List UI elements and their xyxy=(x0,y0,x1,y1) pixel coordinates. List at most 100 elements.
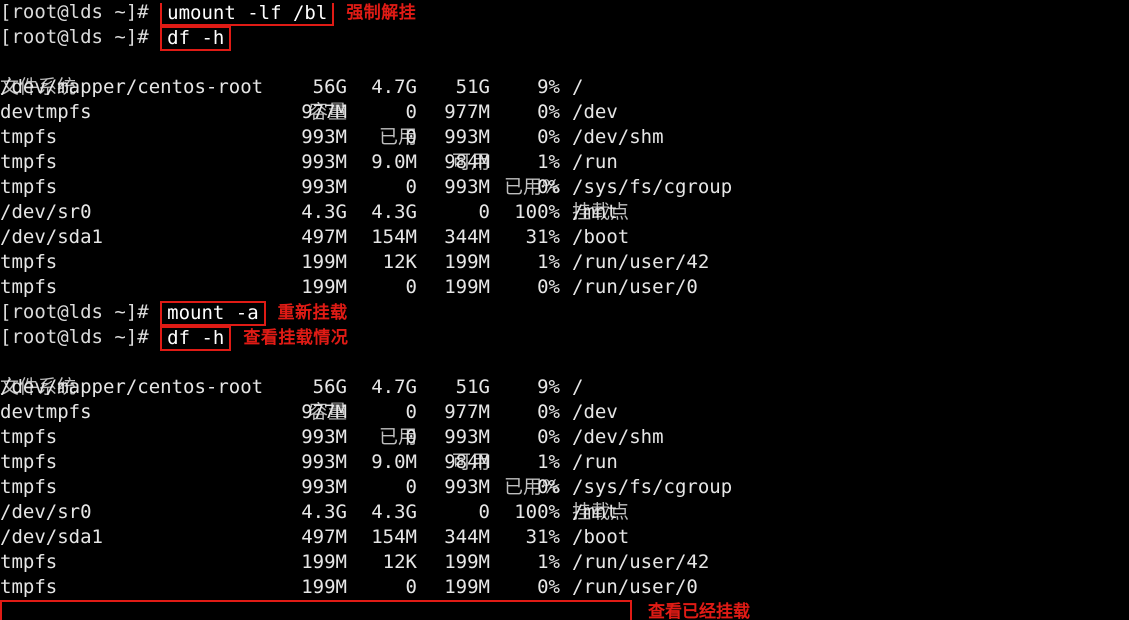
cell-used: 0 xyxy=(405,426,417,448)
cell-mounted-on: /dev xyxy=(572,401,618,423)
cell-avail: 993M xyxy=(444,476,490,498)
cell-avail: 993M xyxy=(444,126,490,148)
cell-size: 993M xyxy=(301,426,347,448)
cell-use-pct: 0% xyxy=(537,401,560,423)
cell-use-pct: 0% xyxy=(537,426,560,448)
cell-filesystem: /dev/sr0 xyxy=(0,201,92,223)
cell-filesystem: devtmpfs xyxy=(0,401,92,423)
command-line-df-first: [root@lds ~]# df -h xyxy=(0,25,1129,51)
cell-avail: 977M xyxy=(444,401,490,423)
shell-prompt: [root@lds ~]# xyxy=(0,301,161,323)
cell-use-pct: 9% xyxy=(537,376,560,398)
cell-avail: 993M xyxy=(444,176,490,198)
df-command-first[interactable]: df -h xyxy=(160,26,232,51)
cell-avail: 0 xyxy=(478,201,490,223)
cell-mounted-on: /sys/fs/cgroup xyxy=(572,476,733,498)
cell-mounted-on: /run/user/42 xyxy=(572,551,710,573)
mount-all-annotation: 重新挂载 xyxy=(277,303,348,323)
table-row: tmpfs 199M 12K 199M 1% /run/user/42 xyxy=(0,550,1129,575)
cell-used: 0 xyxy=(405,276,417,298)
terminal-window[interactable]: [root@lds ~]# umount -lf /bl 强制解挂 [root@l… xyxy=(0,0,1129,620)
cell-use-pct: 0% xyxy=(537,126,560,148)
df-table-first: /dev/mapper/centos-root 56G 4.7G 51G 9% / devt… xyxy=(0,75,1129,300)
cell-use-pct: 0% xyxy=(537,576,560,598)
cell-avail: 199M xyxy=(444,576,490,598)
shell-prompt: [root@lds ~]# xyxy=(0,26,161,48)
cell-mounted-on: /run/user/42 xyxy=(572,251,710,273)
cell-mounted-on: /run/user/0 xyxy=(572,576,698,598)
cell-avail: 199M xyxy=(444,276,490,298)
highlighted-mount-row: 192.168.121.152:/opt/bm 56G 4.2G 52G 8% … xyxy=(0,600,1129,620)
cell-use-pct: 9% xyxy=(537,76,560,98)
cell-mounted-on: / xyxy=(572,76,584,98)
cell-used: 0 xyxy=(405,176,417,198)
table-row: tmpfs 199M 12K 199M 1% /run/user/42 xyxy=(0,250,1129,275)
table-row: /dev/sr0 4.3G 4.3G 0 100% /mnt xyxy=(0,200,1129,225)
cell-avail: 344M xyxy=(444,526,490,548)
cell-use-pct: 31% xyxy=(525,226,560,248)
cell-filesystem: /dev/mapper/centos-root xyxy=(0,76,264,98)
cell-filesystem: tmpfs xyxy=(0,451,58,473)
cell-avail: 344M xyxy=(444,226,490,248)
cell-mounted-on: /dev/shm xyxy=(572,426,664,448)
cell-filesystem: tmpfs xyxy=(0,426,58,448)
cell-used: 0 xyxy=(405,101,417,123)
cell-size: 56G xyxy=(312,76,347,98)
cell-size: 56G xyxy=(312,376,347,398)
cell-size: 993M xyxy=(301,176,347,198)
cell-mounted-on: /boot xyxy=(572,226,630,248)
cell-size: 993M xyxy=(301,126,347,148)
cell-used: 0 xyxy=(405,401,417,423)
df-command-second[interactable]: df -h xyxy=(160,326,232,351)
cell-use-pct: 100% xyxy=(514,501,560,523)
cell-mounted-on: /mnt xyxy=(572,501,618,523)
command-line-df-second: [root@lds ~]# df -h 查看挂载情况 xyxy=(0,325,1129,351)
cell-mounted-on: /sys/fs/cgroup xyxy=(572,176,733,198)
command-line-mount-all: [root@lds ~]# mount -a 重新挂载 xyxy=(0,300,1129,326)
cell-filesystem: tmpfs xyxy=(0,151,58,173)
cell-used: 4.3G xyxy=(371,501,417,523)
umount-annotation: 强制解挂 xyxy=(346,3,417,23)
cell-size: 199M xyxy=(301,251,347,273)
cell-used: 9.0M xyxy=(371,151,417,173)
cell-size: 4.3G xyxy=(301,201,347,223)
cell-mounted-on: / xyxy=(572,376,584,398)
cell-size: 199M xyxy=(301,276,347,298)
cell-size: 977M xyxy=(301,401,347,423)
cell-filesystem: tmpfs xyxy=(0,551,58,573)
table-row: tmpfs 199M 0 199M 0% /run/user/0 xyxy=(0,275,1129,300)
cell-avail: 984M xyxy=(444,451,490,473)
cell-use-pct: 0% xyxy=(537,176,560,198)
umount-command[interactable]: umount -lf /bl xyxy=(160,3,335,26)
table-row: devtmpfs 977M 0 977M 0% /dev xyxy=(0,400,1129,425)
cell-mounted-on: /run xyxy=(572,451,618,473)
table-row: devtmpfs 977M 0 977M 0% /dev xyxy=(0,100,1129,125)
cell-use-pct: 0% xyxy=(537,276,560,298)
cell-avail: 199M xyxy=(444,251,490,273)
table-row: /dev/sda1 497M 154M 344M 31% /boot xyxy=(0,525,1129,550)
shell-prompt: [root@lds ~]# xyxy=(0,1,161,23)
cell-use-pct: 31% xyxy=(525,526,560,548)
cell-filesystem: /dev/mapper/centos-root xyxy=(0,376,264,398)
cell-use-pct: 1% xyxy=(537,551,560,573)
mount-all-command[interactable]: mount -a xyxy=(160,301,266,326)
table-row: tmpfs 993M 9.0M 984M 1% /run xyxy=(0,450,1129,475)
cell-filesystem: /dev/sda1 xyxy=(0,526,103,548)
shell-prompt: [root@lds ~]# xyxy=(0,326,161,348)
cell-avail: 984M xyxy=(444,151,490,173)
df-header-first: 文件系统 容量 已用 可用 已用% 挂载点 xyxy=(0,50,1129,223)
cell-mounted-on: /run/user/0 xyxy=(572,276,698,298)
highlight-box xyxy=(0,600,632,620)
cell-used: 0 xyxy=(405,476,417,498)
cell-use-pct: 0% xyxy=(537,101,560,123)
df-second-annotation: 查看挂载情况 xyxy=(243,328,349,348)
cell-use-pct: 0% xyxy=(537,476,560,498)
highlighted-row-annotation: 查看已经挂载 xyxy=(648,602,750,620)
cell-mounted-on: /boot xyxy=(572,526,630,548)
cell-use-pct: 1% xyxy=(537,451,560,473)
cell-size: 977M xyxy=(301,101,347,123)
cell-filesystem: tmpfs xyxy=(0,126,58,148)
table-row: tmpfs 199M 0 199M 0% /run/user/0 xyxy=(0,575,1129,600)
cell-used: 0 xyxy=(405,576,417,598)
command-line-umount: [root@lds ~]# umount -lf /bl 强制解挂 xyxy=(0,0,1129,26)
